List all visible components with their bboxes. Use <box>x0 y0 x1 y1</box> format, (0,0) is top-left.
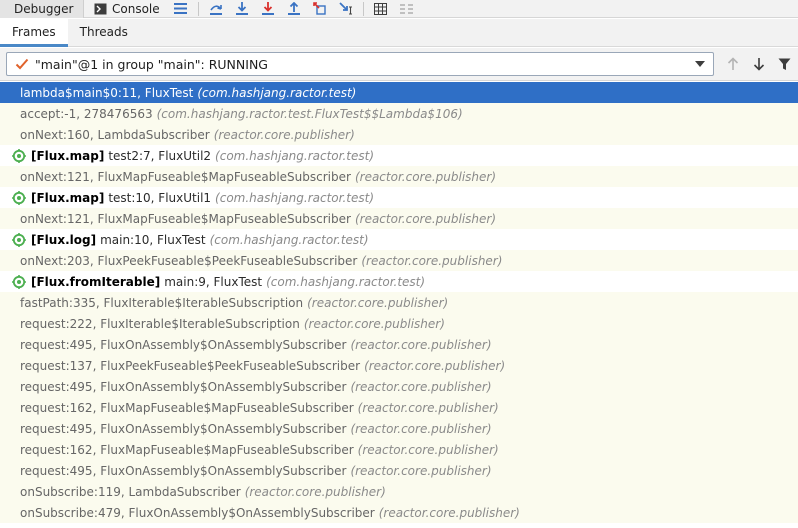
console-tab[interactable]: Console <box>84 0 168 18</box>
frame-method: request:222, FluxIterable$IterableSubscr… <box>20 316 300 331</box>
console-tab-label: Console <box>112 1 160 16</box>
check-icon <box>15 58 29 70</box>
frame-async-label: [Flux.map] <box>31 190 105 205</box>
frame-row[interactable]: onNext:160, LambdaSubscriber (reactor.cor… <box>0 124 798 145</box>
frame-package: (com.hashjang.ractor.test) <box>197 85 357 100</box>
frame-row[interactable]: fastPath:335, FluxIterable$IterableSubsc… <box>0 292 798 313</box>
next-frame-icon[interactable] <box>751 56 767 72</box>
frame-package: (reactor.core.publisher) <box>378 505 520 520</box>
frame-row[interactable]: request:495, FluxOnAssembly$OnAssemblySu… <box>0 376 798 397</box>
async-stack-icon <box>12 232 26 247</box>
step-into-icon[interactable] <box>229 0 255 18</box>
frame-method: onNext:121, FluxMapFuseable$MapFuseableS… <box>20 169 351 184</box>
drop-frame-icon[interactable] <box>307 0 333 18</box>
frame-row[interactable]: accept:-1, 278476563 (com.hashjang.ractor… <box>0 103 798 124</box>
thread-dropdown[interactable]: "main"@1 in group "main": RUNNING <box>6 52 714 76</box>
frame-package: (reactor.core.publisher) <box>307 295 449 310</box>
frame-method: request:495, FluxOnAssembly$OnAssemblySu… <box>20 463 347 478</box>
frame-method: fastPath:335, FluxIterable$IterableSubsc… <box>20 295 304 310</box>
frame-method: request:495, FluxOnAssembly$OnAssemblySu… <box>20 421 347 436</box>
frame-method: request:162, FluxMapFuseable$MapFuseable… <box>20 442 354 457</box>
frame-method: onNext:121, FluxMapFuseable$MapFuseableS… <box>20 211 351 226</box>
frame-async-label: [Flux.log] <box>31 232 97 247</box>
async-stack-icon <box>12 274 26 289</box>
chevron-down-icon <box>695 61 705 67</box>
frame-package: (reactor.core.publisher) <box>354 211 497 226</box>
frame-package: (reactor.core.publisher) <box>350 463 492 478</box>
frames-threads-tabs: Frames Threads <box>0 18 798 47</box>
toolbar-separator <box>362 1 364 16</box>
frame-row[interactable]: request:222, FluxIterable$IterableSubscr… <box>0 313 798 334</box>
frame-row[interactable]: lambda$main$0:11, FluxTest (com.hashjang.… <box>0 82 798 103</box>
frame-method: request:495, FluxOnAssembly$OnAssemblySu… <box>20 379 347 394</box>
async-stack-icon <box>12 190 26 205</box>
frame-row[interactable]: request:495, FluxOnAssembly$OnAssemblySu… <box>0 334 798 355</box>
frame-package: (reactor.core.publisher) <box>213 127 355 142</box>
frame-package: (com.hashjang.ractor.test) <box>215 190 375 205</box>
frame-method: main:9, FluxTest <box>164 274 263 289</box>
trace-icon[interactable] <box>394 0 420 18</box>
frame-method: onSubscribe:479, FluxOnAssembly$OnAssemb… <box>20 505 375 520</box>
frame-row[interactable]: onNext:203, FluxPeekFuseable$PeekFuseabl… <box>0 250 798 271</box>
frame-method: request:495, FluxOnAssembly$OnAssemblySu… <box>20 337 347 352</box>
frame-package: (reactor.core.publisher) <box>357 442 499 457</box>
frame-package: (reactor.core.publisher) <box>354 169 497 184</box>
step-over-icon[interactable] <box>203 0 229 18</box>
frame-row[interactable]: onNext:121, FluxMapFuseable$MapFuseableS… <box>0 208 798 229</box>
frame-row[interactable]: request:162, FluxMapFuseable$MapFuseable… <box>0 439 798 460</box>
frames-list: lambda$main$0:11, FluxTest (com.hashjang.… <box>0 82 798 528</box>
frame-method: lambda$main$0:11, FluxTest <box>20 85 194 100</box>
thread-selector-row: "main"@1 in group "main": RUNNING <box>0 48 798 81</box>
frame-row[interactable]: [Flux.fromIterable] main:9, FluxTest (com.… <box>0 271 798 292</box>
frame-method: request:162, FluxMapFuseable$MapFuseable… <box>20 400 354 415</box>
frame-package: (com.hashjang.ractor.test) <box>215 148 375 163</box>
layout-icon[interactable] <box>168 0 194 18</box>
frame-row[interactable]: onSubscribe:479, FluxOnAssembly$OnAssemb… <box>0 502 798 523</box>
console-icon <box>94 3 107 14</box>
frame-method: request:137, FluxPeekFuseable$PeekFuseab… <box>20 358 361 373</box>
step-out-icon[interactable] <box>281 0 307 18</box>
frame-method: main:10, FluxTest <box>100 232 206 247</box>
frame-row[interactable]: onNext:121, FluxMapFuseable$MapFuseableS… <box>0 166 798 187</box>
evaluate-icon[interactable] <box>368 0 394 18</box>
force-step-into-icon[interactable] <box>255 0 281 18</box>
frame-row[interactable]: request:137, FluxPeekFuseable$PeekFuseab… <box>0 355 798 376</box>
frame-package: (reactor.core.publisher) <box>364 358 506 373</box>
frame-package: (reactor.core.publisher) <box>303 316 445 331</box>
frame-package: (reactor.core.publisher) <box>244 484 386 499</box>
frame-method: test2:7, FluxUtil2 <box>108 148 212 163</box>
frame-row[interactable]: [Flux.map] test2:7, FluxUtil2 (com.hashjan… <box>0 145 798 166</box>
frame-package: (reactor.core.publisher) <box>350 421 492 436</box>
frame-package: (com.hashjang.ractor.test.FluxTest$$Lamb… <box>156 106 463 121</box>
frame-package: (reactor.core.publisher) <box>350 379 492 394</box>
frame-package: (com.hashjang.ractor.test) <box>266 274 426 289</box>
frame-row[interactable]: request:162, FluxMapFuseable$MapFuseable… <box>0 397 798 418</box>
thread-dropdown-value: "main"@1 in group "main": RUNNING <box>35 56 268 72</box>
frame-method: onNext:203, FluxPeekFuseable$PeekFuseabl… <box>20 253 358 268</box>
frame-row[interactable]: [Flux.map] test:10, FluxUtil1 (com.hashjan… <box>0 187 798 208</box>
frame-method: accept:-1, 278476563 <box>20 106 153 121</box>
frame-method: onSubscribe:119, LambdaSubscriber <box>20 484 241 499</box>
frame-row[interactable]: onSubscribe:119, LambdaSubscriber (reacto… <box>0 481 798 502</box>
frame-method: test:10, FluxUtil1 <box>108 190 212 205</box>
previous-frame-icon[interactable] <box>725 56 741 72</box>
debug-toolbar: Debugger Console <box>0 0 798 18</box>
frame-package: (reactor.core.publisher) <box>361 253 503 268</box>
run-to-cursor-icon[interactable] <box>333 0 359 18</box>
frame-package: (reactor.core.publisher) <box>357 400 499 415</box>
frame-row[interactable]: request:495, FluxOnAssembly$OnAssemblySu… <box>0 418 798 439</box>
frame-package: (com.hashjang.ractor.test) <box>209 232 369 247</box>
frame-row[interactable]: request:495, FluxOnAssembly$OnAssemblySu… <box>0 460 798 481</box>
filter-icon[interactable] <box>776 56 792 72</box>
tab-threads[interactable]: Threads <box>68 18 140 46</box>
async-stack-icon <box>12 148 26 163</box>
toolbar-separator <box>197 1 199 16</box>
frame-async-label: [Flux.fromIterable] <box>31 274 161 289</box>
frame-async-label: [Flux.map] <box>31 148 105 163</box>
frame-method: onNext:160, LambdaSubscriber <box>20 127 210 142</box>
tab-frames[interactable]: Frames <box>0 18 68 47</box>
debugger-tab[interactable]: Debugger <box>0 0 84 18</box>
frame-package: (reactor.core.publisher) <box>350 337 492 352</box>
frame-row[interactable]: [Flux.log] main:10, FluxTest (com.hashjang… <box>0 229 798 250</box>
